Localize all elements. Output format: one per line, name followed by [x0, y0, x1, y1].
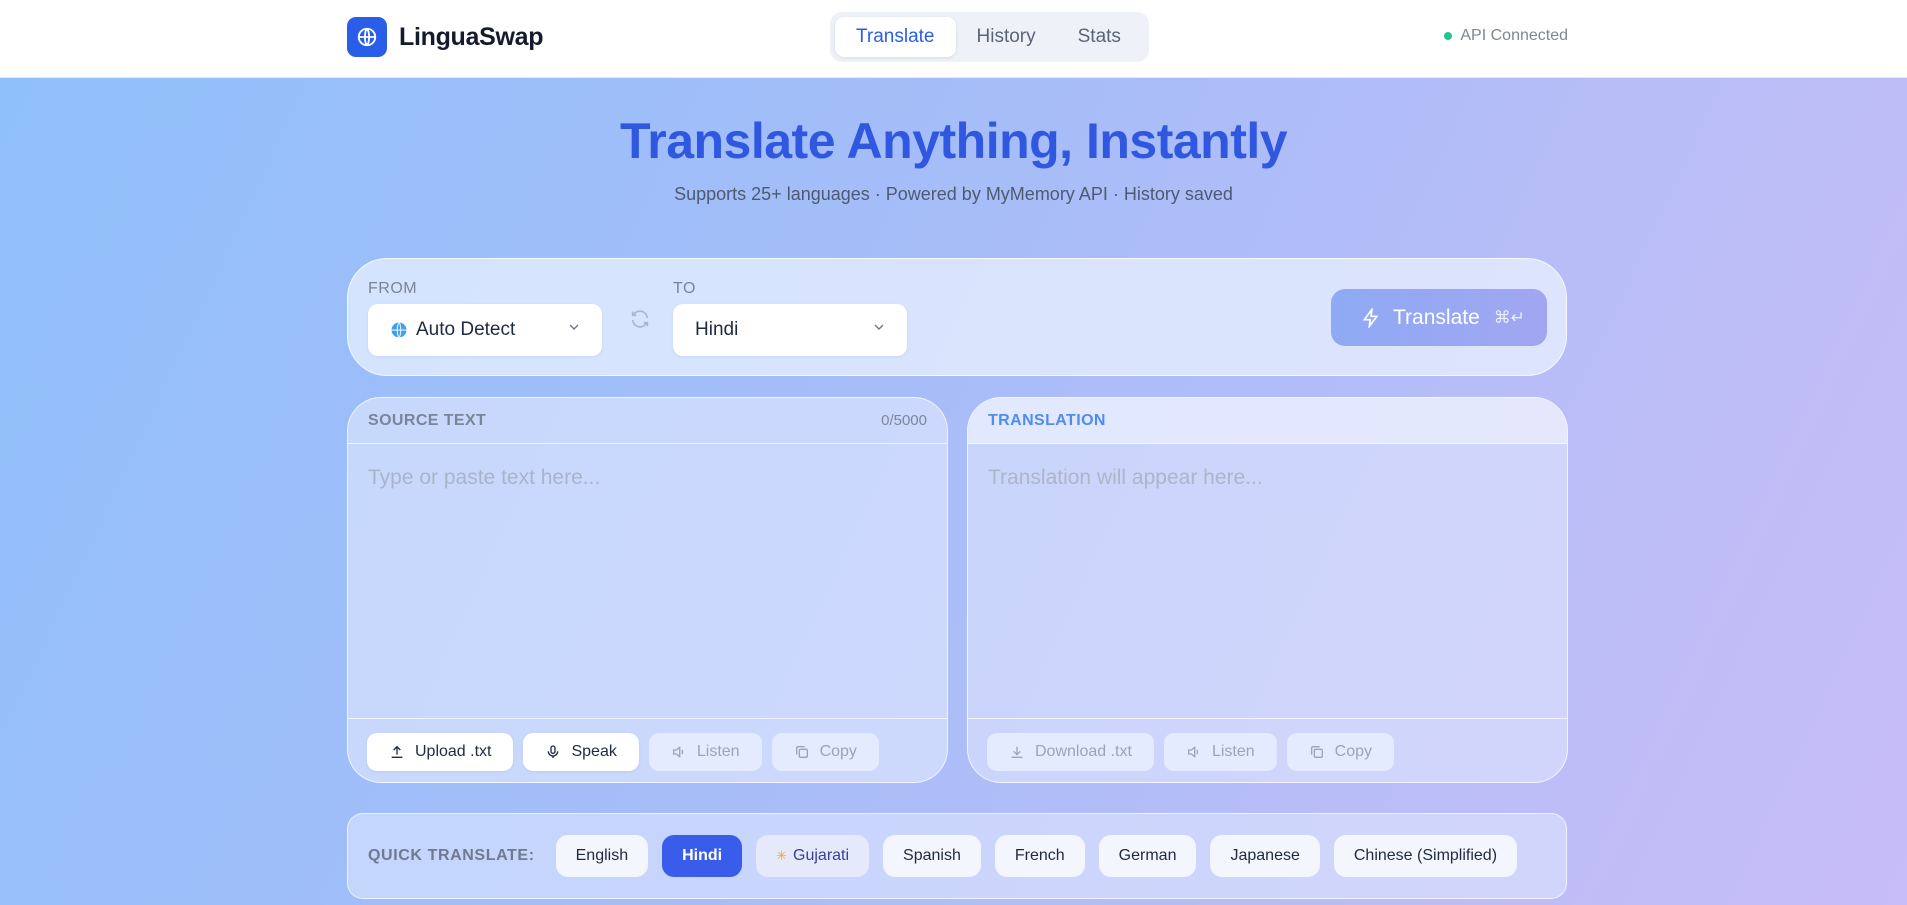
translation-output: Translation will appear here... — [988, 466, 1263, 489]
quick-translate-label: QUICK TRANSLATE: — [368, 847, 535, 864]
lightning-icon — [1361, 307, 1381, 328]
speaker-icon — [671, 744, 687, 760]
language-bar: FROM Auto Detect TO Hindi Translate ⌘↵ — [347, 258, 1567, 376]
from-language-select[interactable]: Auto Detect — [368, 304, 602, 356]
char-count: 0/5000 — [881, 412, 927, 429]
speaker-icon — [1186, 744, 1202, 760]
quick-chip-gujarati-label: Gujarati — [793, 847, 850, 864]
quick-chip-french[interactable]: French — [994, 835, 1085, 877]
keyboard-shortcut: ⌘↵ — [1493, 307, 1526, 327]
quick-chip-chinese[interactable]: Chinese (Simplified) — [1333, 835, 1518, 877]
copy-label: Copy — [819, 742, 857, 760]
translation-panel-title: TRANSLATION — [988, 411, 1106, 429]
from-language-value: Auto Detect — [416, 319, 516, 340]
sparkle-icon: ✳ — [776, 848, 788, 863]
to-language-select[interactable]: Hindi — [673, 304, 907, 356]
upload-button[interactable]: Upload .txt — [367, 732, 514, 771]
quick-translate-bar: QUICK TRANSLATE: English Hindi ✳ Gujarat… — [347, 813, 1567, 899]
globe-icon — [390, 321, 408, 339]
download-label: Download .txt — [1035, 742, 1132, 760]
upload-label: Upload .txt — [415, 742, 492, 760]
source-text-input[interactable]: Type or paste text here... — [348, 444, 947, 718]
main-nav: Translate History Stats — [830, 12, 1149, 62]
listen-label: Listen — [696, 742, 740, 760]
copy-translation-button[interactable]: Copy — [1286, 732, 1394, 771]
quick-chip-english[interactable]: English — [555, 835, 649, 877]
quick-chip-german[interactable]: German — [1098, 835, 1197, 877]
microphone-icon — [545, 744, 561, 760]
translation-actions: Download .txt Listen Copy — [968, 718, 1567, 782]
copy-icon — [794, 744, 810, 760]
upload-icon — [389, 744, 405, 760]
quick-chip-japanese[interactable]: Japanese — [1210, 835, 1320, 877]
to-label: TO — [673, 280, 696, 297]
source-panel-title: SOURCE TEXT — [368, 411, 487, 429]
quick-chip-spanish[interactable]: Spanish — [883, 835, 981, 877]
translation-panel-header: TRANSLATION — [968, 398, 1567, 444]
source-panel-header: SOURCE TEXT 0/5000 — [348, 398, 947, 444]
speak-button[interactable]: Speak — [523, 732, 639, 771]
globe-icon — [347, 17, 387, 57]
page-title: Translate Anything, Instantly — [619, 113, 1288, 169]
source-panel: SOURCE TEXT 0/5000 Type or paste text he… — [347, 397, 948, 783]
tab-history[interactable]: History — [956, 17, 1057, 57]
copy-button[interactable]: Copy — [771, 732, 879, 771]
quick-chip-hindi[interactable]: Hindi — [662, 835, 743, 877]
translate-button-label: Translate — [1393, 305, 1480, 329]
api-status: API Connected — [1444, 27, 1568, 45]
swap-languages-button[interactable] — [627, 306, 653, 332]
copy-translation-label: Copy — [1334, 742, 1372, 760]
copy-icon — [1309, 744, 1325, 760]
chevron-down-icon — [566, 319, 582, 341]
quick-chip-gujarati[interactable]: ✳ Gujarati — [756, 835, 870, 877]
listen-translation-label: Listen — [1211, 742, 1255, 760]
listen-button[interactable]: Listen — [648, 732, 762, 771]
download-button[interactable]: Download .txt — [987, 732, 1154, 771]
chevron-down-icon — [871, 319, 887, 341]
brand[interactable]: LinguaSwap — [347, 17, 544, 57]
page-subtitle: Supports 25+ languages · Powered by MyMe… — [674, 184, 1233, 204]
tab-stats[interactable]: Stats — [1057, 17, 1142, 57]
source-actions: Upload .txt Speak Listen Copy — [348, 718, 947, 782]
api-status-text: API Connected — [1460, 27, 1568, 44]
from-label: FROM — [368, 280, 418, 297]
translate-button[interactable]: Translate ⌘↵ — [1331, 289, 1547, 346]
download-icon — [1009, 744, 1025, 760]
top-header: LinguaSwap Translate History Stats API C… — [0, 0, 1907, 78]
translation-panel: TRANSLATION Translation will appear here… — [967, 397, 1568, 783]
status-dot-icon — [1444, 32, 1453, 40]
to-language-value: Hindi — [695, 319, 739, 340]
app-name: LinguaSwap — [399, 22, 544, 51]
speak-label: Speak — [571, 742, 617, 760]
tab-translate[interactable]: Translate — [835, 17, 956, 57]
listen-translation-button[interactable]: Listen — [1163, 732, 1277, 771]
